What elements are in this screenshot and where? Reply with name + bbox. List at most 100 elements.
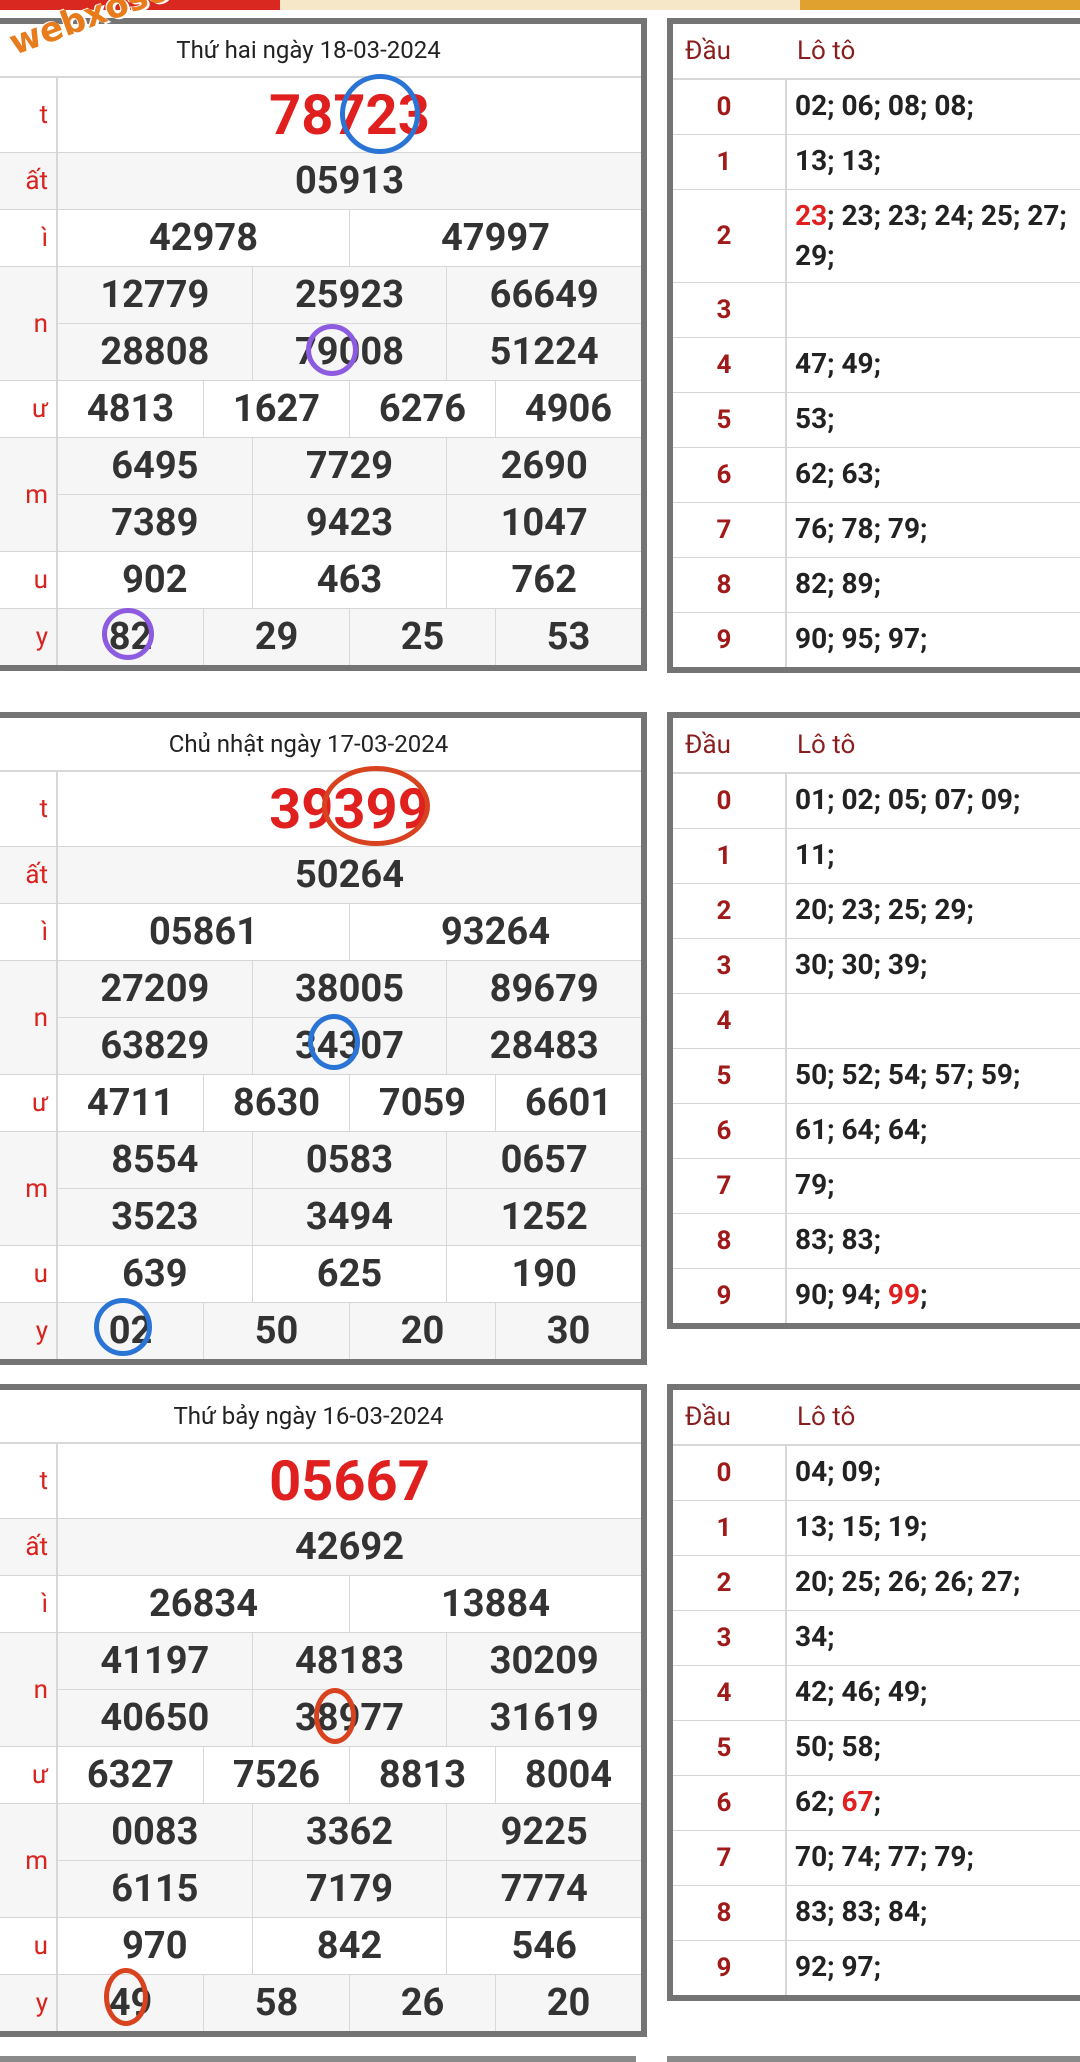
loto-values: 83; 83; xyxy=(795,1223,881,1256)
prize-6-number: 625 xyxy=(253,1246,448,1302)
loto-head-digit: 6 xyxy=(673,1104,787,1158)
next-table-edge xyxy=(667,2056,1080,2062)
loto-head-digit: 2 xyxy=(673,190,787,282)
prize-6-number: 970 xyxy=(58,1918,253,1974)
prize-5-number: 0583 xyxy=(253,1132,448,1188)
loto-head-digit: 9 xyxy=(673,613,787,667)
prize-label-3: n xyxy=(0,1633,58,1746)
prize-7-number: 20 xyxy=(350,1303,496,1359)
prize-4-number: 6601 xyxy=(524,1081,613,1125)
loto-values-label: Lô tô xyxy=(797,730,856,760)
next-table-edge xyxy=(0,2056,636,2062)
loto-values: 82; 89; xyxy=(795,567,881,600)
prize-2-number: 05861 xyxy=(58,904,350,960)
prize-4-number: 4813 xyxy=(58,381,204,437)
prize-2-number: 42978 xyxy=(58,210,350,266)
prize-label-7: y xyxy=(0,1975,58,2031)
prize-4-number: 8813 xyxy=(350,1747,496,1803)
prize-1-number: 50264 xyxy=(294,853,404,897)
loto-head-digit: 9 xyxy=(673,1941,787,1995)
loto-head-digit: 3 xyxy=(673,939,787,993)
prize-5-number: 6115 xyxy=(58,1861,253,1917)
prize-label-6: u xyxy=(0,1246,58,1302)
prize-label-special: t xyxy=(0,1444,58,1518)
prize-5-number: 9225 xyxy=(500,1810,588,1854)
prize-label-5: m xyxy=(0,438,58,551)
prize-label-2: ì xyxy=(0,904,58,960)
loto-values: 92; 97; xyxy=(795,1950,881,1983)
loto-highlight: 67 xyxy=(841,1785,874,1818)
loto-values-end: ; xyxy=(873,1785,881,1818)
loto-head-label: Đầu xyxy=(685,36,731,66)
prize-3-number: 28808 xyxy=(58,324,253,380)
prize-5-number: 8554 xyxy=(58,1132,253,1188)
loto-head-label: Đầu xyxy=(685,730,731,760)
loto-head-digit: 6 xyxy=(673,448,787,502)
prize-7-number: 82 xyxy=(58,609,204,665)
prize-label-special: t xyxy=(0,772,58,846)
prize-7-number: 30 xyxy=(546,1309,591,1353)
loto-head-digit: 2 xyxy=(673,1556,787,1610)
special-prize: 78723 xyxy=(269,82,430,148)
loto-head-digit: 2 xyxy=(673,884,787,938)
prize-6-number: 463 xyxy=(253,552,448,608)
prize-label-6: u xyxy=(0,552,58,608)
prize-5-number: 0657 xyxy=(500,1138,588,1182)
loto-head-digit: 4 xyxy=(673,994,787,1048)
prize-3-number: 41197 xyxy=(58,1633,253,1689)
prize-4-number: 7059 xyxy=(350,1075,496,1131)
loto-values: 04; 09; xyxy=(795,1455,881,1488)
prize-7-number: 20 xyxy=(546,1981,591,2025)
prize-2-number: 13884 xyxy=(440,1582,550,1626)
prize-4-number: 1627 xyxy=(204,381,350,437)
loto-values: 62; 67; xyxy=(787,1776,1080,1830)
loto-values: 01; 02; 05; 07; 09; xyxy=(795,783,1021,816)
loto-head-digit: 1 xyxy=(673,829,787,883)
prize-3-number: 28483 xyxy=(489,1024,599,1068)
prize-5-number: 7179 xyxy=(253,1861,448,1917)
loto-values: 90; 95; 97; xyxy=(795,622,928,655)
loto-highlight: 23 xyxy=(795,199,828,232)
prize-label-1: ất xyxy=(0,847,58,903)
prize-3-number: 27209 xyxy=(58,961,253,1017)
loto-table-day-3: Đầu Lô tô 0 04; 09; 1 13; 15; 19; 2 20; 25; … xyxy=(667,1384,1080,2001)
prize-3-number: 12779 xyxy=(58,267,253,323)
prize-3-number: 48183 xyxy=(253,1633,448,1689)
results-table-day-3: Thứ bảy ngày 16-03-2024 t 05667 ất 42692… xyxy=(0,1384,647,2037)
prize-7-number: 26 xyxy=(350,1975,496,2031)
loto-head-digit: 7 xyxy=(673,503,787,557)
prize-5-number: 3523 xyxy=(58,1189,253,1245)
prize-label-5: m xyxy=(0,1804,58,1917)
prize-4-number: 4711 xyxy=(58,1075,204,1131)
loto-head-digit: 5 xyxy=(673,1721,787,1775)
prize-label-3: n xyxy=(0,961,58,1074)
prize-label-4: ư xyxy=(0,1747,58,1803)
prize-3-number: 38005 xyxy=(253,961,448,1017)
special-prize: 05667 xyxy=(269,1448,430,1514)
prize-label-1: ất xyxy=(0,1519,58,1575)
prize-label-special: t xyxy=(0,78,58,152)
prize-4-number: 7526 xyxy=(204,1747,350,1803)
prize-3-number: 34307 xyxy=(253,1018,448,1074)
loto-values: 30; 30; 39; xyxy=(795,948,928,981)
loto-head-digit: 7 xyxy=(673,1831,787,1885)
loto-values: 83; 83; 84; xyxy=(795,1895,928,1928)
loto-values: 70; 74; 77; 79; xyxy=(795,1840,974,1873)
loto-values: 13; 15; 19; xyxy=(795,1510,928,1543)
prize-label-7: y xyxy=(0,609,58,665)
special-prize: 39399 xyxy=(269,776,430,842)
prize-5-number: 7729 xyxy=(253,438,448,494)
loto-values: 20; 23; 25; 29; xyxy=(795,893,974,926)
prize-3-number: 31619 xyxy=(489,1696,599,1740)
prize-5-number: 1047 xyxy=(500,501,588,545)
loto-values xyxy=(787,994,1080,1048)
prize-label-4: ư xyxy=(0,1075,58,1131)
loto-head-digit: 0 xyxy=(673,80,787,134)
loto-highlight: 99 xyxy=(887,1278,921,1311)
prize-6-number: 639 xyxy=(58,1246,253,1302)
day-title: Thứ bảy ngày 16-03-2024 xyxy=(0,1390,641,1444)
prize-4-number: 4906 xyxy=(524,387,613,431)
prize-label-6: u xyxy=(0,1918,58,1974)
prize-1-number: 42692 xyxy=(294,1525,404,1569)
prize-5-number: 1252 xyxy=(500,1195,588,1239)
